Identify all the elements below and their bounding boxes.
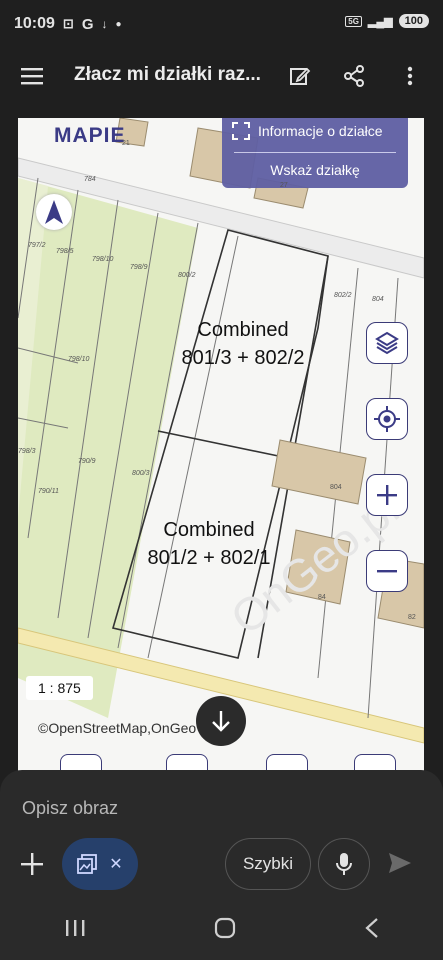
- zoom-in-button[interactable]: [366, 474, 408, 516]
- microphone-button[interactable]: [318, 838, 370, 890]
- attached-image-chip[interactable]: ✕: [62, 838, 138, 890]
- parcel-number-label: 798/10: [68, 356, 90, 363]
- map-scale: 1 : 875: [26, 676, 93, 700]
- zoom-out-button[interactable]: [366, 550, 408, 592]
- back-icon: [364, 917, 378, 938]
- combined-title: Combined: [163, 519, 255, 541]
- parcel-number-label: 797/2: [28, 242, 46, 249]
- parcel-number-label: 802/2: [334, 292, 352, 299]
- battery-badge: 100: [398, 14, 429, 28]
- scroll-down-button[interactable]: [196, 696, 246, 746]
- home-button[interactable]: [214, 917, 236, 944]
- map-image[interactable]: OnGeo.pl MAPIE Informacje o działce Wska…: [18, 118, 424, 778]
- minus-icon: [377, 570, 397, 573]
- parcel-info-button[interactable]: Informacje o działce: [232, 122, 383, 140]
- add-button[interactable]: [20, 852, 44, 881]
- parcel-number-label: 804: [372, 296, 384, 303]
- microphone-icon: [336, 853, 352, 875]
- home-icon: [214, 917, 235, 938]
- network-label: 5G: [345, 15, 362, 27]
- point-parcel-button[interactable]: Wskaż działkę: [222, 162, 408, 178]
- status-bar: 10:09 ⊡ G ↓ ● 5G ▂▄▆ 100: [0, 0, 443, 48]
- locate-button[interactable]: [366, 398, 408, 440]
- parcel-number-label: 84: [318, 594, 326, 601]
- prompt-input[interactable]: Opisz obraz: [22, 798, 118, 819]
- dot-icon: ●: [115, 18, 122, 30]
- parcel-number-label: 800/2: [178, 272, 196, 279]
- arrow-down-icon: [212, 711, 230, 732]
- parcel-number-label: 82: [408, 614, 416, 621]
- panel-divider: [234, 152, 396, 153]
- image-stack-icon: [77, 854, 98, 874]
- parcel-number-label: 790/11: [38, 488, 59, 495]
- combined-parcels: 801/3 + 802/2: [181, 347, 305, 369]
- parcel-number-label: 784: [84, 176, 96, 183]
- remove-attachment-icon[interactable]: ✕: [109, 854, 122, 874]
- parcel-number-label: 798/3: [18, 448, 36, 455]
- parcel-info-panel: Informacje o działce Wskaż działkę: [222, 118, 408, 188]
- layers-button[interactable]: [366, 322, 408, 364]
- select-area-icon: [232, 122, 250, 140]
- combined-label-bottom: Combined 801/2 + 802/1: [134, 516, 284, 572]
- compass-icon[interactable]: [36, 194, 72, 230]
- send-icon: [389, 853, 411, 873]
- google-icon: G: [81, 15, 94, 33]
- parcel-number-label: 21: [122, 140, 130, 147]
- layers-icon: [375, 331, 399, 355]
- map-attribution: ©OpenStreetMap,OnGeo API: [38, 720, 222, 736]
- back-button[interactable]: [364, 917, 379, 943]
- plus-icon: [21, 853, 43, 875]
- parcel-number-label: 790/9: [78, 458, 96, 465]
- edit-icon[interactable]: [284, 60, 316, 92]
- more-vert-icon[interactable]: [394, 60, 426, 92]
- parcel-number-label: 800/3: [132, 470, 150, 477]
- parcel-number-label: 27: [280, 182, 288, 189]
- quick-mode-button[interactable]: Szybki: [225, 838, 311, 890]
- parcel-number-label: 798/9: [130, 264, 148, 271]
- signal-small-icon: ↓: [101, 17, 108, 31]
- signal-icon: ▂▄▆: [367, 15, 393, 28]
- parcel-number-label: 804: [330, 484, 342, 491]
- locate-icon: [374, 406, 400, 432]
- screenshot-icon: ⊡: [62, 16, 74, 31]
- combined-parcels: 801/2 + 802/1: [147, 547, 271, 569]
- app-bar: Złacz mi działki raz...: [0, 48, 443, 104]
- send-button[interactable]: [388, 852, 412, 879]
- system-nav-bar: [0, 900, 443, 960]
- combined-title: Combined: [197, 319, 289, 341]
- menu-icon[interactable]: [16, 60, 48, 92]
- parcel-info-label: Informacje o działce: [258, 123, 383, 139]
- share-icon[interactable]: [338, 60, 370, 92]
- parcel-number-label: 798/10: [92, 256, 114, 263]
- recent-apps-icon: [65, 919, 84, 936]
- plus-icon: [377, 485, 397, 505]
- recent-apps-button[interactable]: [65, 919, 85, 942]
- status-time: 10:09: [14, 15, 55, 32]
- combined-label-top: Combined 801/3 + 802/2: [168, 316, 318, 372]
- map-logo: MAPIE: [54, 124, 126, 147]
- parcel-number-label: 798/5: [56, 248, 74, 255]
- page-title: Złacz mi działki raz...: [74, 64, 261, 85]
